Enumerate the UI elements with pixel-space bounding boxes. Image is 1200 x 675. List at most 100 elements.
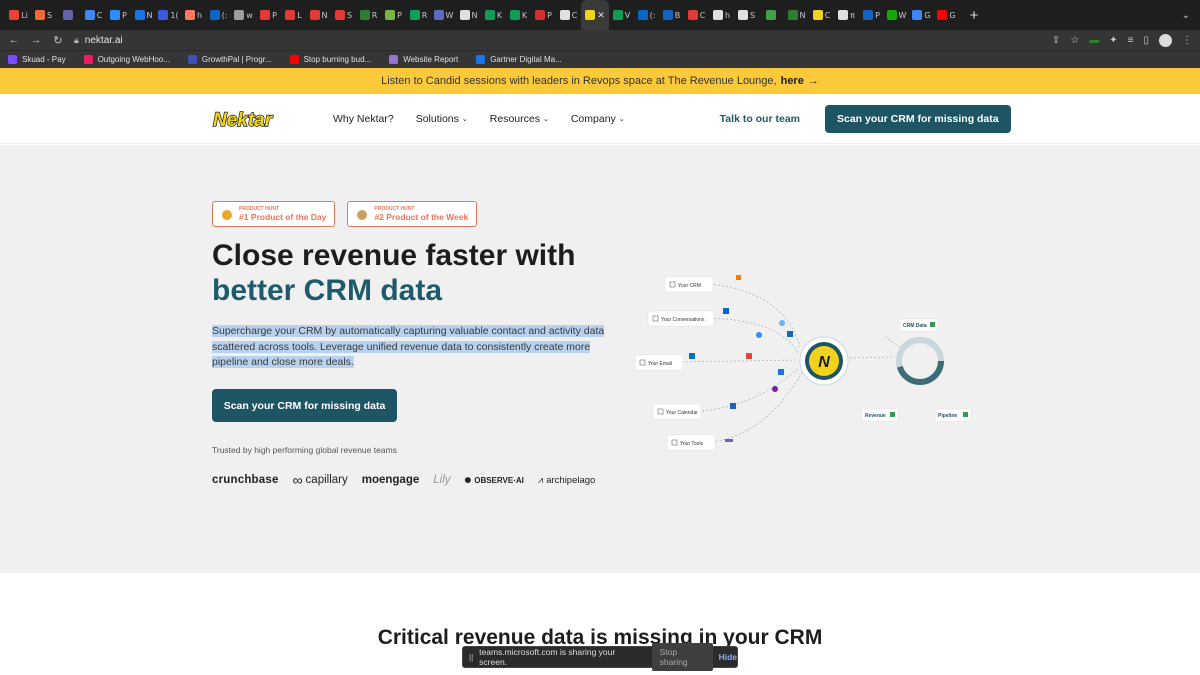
site-navbar: Nektar Why Nektar? Solutions ⌄ Resources ⌄ Co… bbox=[0, 94, 1200, 144]
talk-to-team-link[interactable]: Talk to our team bbox=[720, 113, 800, 125]
new-tab-button[interactable]: + bbox=[965, 7, 983, 24]
browser-tab[interactable]: 1( bbox=[156, 0, 181, 30]
browser-tab[interactable]: C bbox=[684, 0, 709, 30]
browser-tab[interactable] bbox=[56, 0, 81, 30]
close-tab-icon[interactable]: ✕ bbox=[597, 10, 605, 21]
gmail-icon bbox=[9, 10, 20, 20]
browser-tab[interactable]: P bbox=[381, 0, 406, 30]
arrow-right-icon[interactable]: → bbox=[808, 75, 819, 87]
stop-sharing-button[interactable]: Stop sharing bbox=[651, 643, 713, 671]
nav-item-label: Solutions bbox=[415, 112, 459, 125]
browser-tab[interactable]: N bbox=[306, 0, 331, 30]
share-text: teams.microsoft.com is sharing your scre… bbox=[479, 647, 616, 667]
reload-icon[interactable]: ↻ bbox=[52, 34, 64, 47]
hero-scan-crm-button[interactable]: Scan your CRM for missing data bbox=[212, 389, 397, 422]
browser-tab[interactable]: S bbox=[31, 0, 56, 30]
browser-tab[interactable] bbox=[759, 0, 784, 30]
browser-tab[interactable]: h bbox=[181, 0, 206, 30]
browser-tab[interactable]: B bbox=[659, 0, 684, 30]
capillary-logo-icon: ∞ bbox=[292, 472, 303, 488]
browser-tab[interactable]: Li bbox=[6, 0, 31, 30]
menu-dots-icon[interactable]: ⋮ bbox=[1182, 35, 1192, 46]
address-bar[interactable]: 🔒︎ nektar.ai bbox=[74, 31, 1042, 49]
puzzle-icon[interactable]: ✦ bbox=[1109, 35, 1117, 46]
nav-item[interactable]: Why Nektar? bbox=[333, 113, 394, 125]
reading-list-icon[interactable]: ≡ bbox=[1128, 35, 1134, 46]
extension-icon[interactable]: ▬ bbox=[1089, 35, 1099, 46]
browser-tab[interactable]: N bbox=[131, 0, 156, 30]
browser-tab[interactable]: W bbox=[884, 0, 909, 30]
browser-tab[interactable]: K bbox=[481, 0, 506, 30]
browser-tab[interactable]: L bbox=[281, 0, 306, 30]
browser-tab[interactable]: P bbox=[256, 0, 281, 30]
browser-tab[interactable]: π bbox=[834, 0, 859, 30]
nektar-logo[interactable]: Nektar bbox=[212, 107, 284, 131]
browser-tab[interactable]: (: bbox=[206, 0, 231, 30]
calendar-icon bbox=[778, 369, 784, 375]
app-icon bbox=[359, 10, 370, 20]
browser-tab[interactable]: G bbox=[934, 0, 959, 30]
browser-tab[interactable]: N bbox=[784, 0, 809, 30]
browser-tab[interactable]: W bbox=[431, 0, 456, 30]
nav-scan-crm-button[interactable]: Scan your CRM for missing data bbox=[825, 104, 1011, 133]
browser-tab[interactable]: S bbox=[734, 0, 759, 30]
bookmark-favicon-icon bbox=[476, 55, 486, 64]
browser-tab[interactable]: V bbox=[609, 0, 634, 30]
forward-arrow-icon[interactable]: → bbox=[30, 34, 42, 46]
browser-tab[interactable]: S bbox=[331, 0, 356, 30]
product-hunt-badge[interactable]: PRODUCT HUNT #2 Product of the Week bbox=[347, 201, 478, 227]
nav-item-label: Why Nektar? bbox=[333, 112, 394, 125]
bookmark-item[interactable]: GrowthPal | Progr... bbox=[187, 55, 272, 64]
tab-title: h bbox=[724, 10, 731, 20]
browser-tab[interactable]: (: bbox=[634, 0, 659, 30]
product-hunt-badge[interactable]: PRODUCT HUNT #1 Product of the Day bbox=[212, 201, 336, 227]
star-icon[interactable]: ☆ bbox=[1070, 35, 1079, 46]
output-node: Revenue bbox=[861, 408, 899, 422]
browser-tab[interactable]: N bbox=[456, 0, 481, 30]
hide-button[interactable]: Hide bbox=[719, 652, 737, 662]
plus-icon bbox=[963, 412, 968, 417]
gmail-icon bbox=[746, 353, 752, 359]
zoom-icon bbox=[779, 320, 785, 326]
doc-icon bbox=[134, 10, 145, 20]
bookmark-item[interactable]: Skuad - Pay bbox=[8, 55, 66, 64]
announcement-link[interactable]: here bbox=[781, 75, 804, 87]
browser-tab[interactable]: G bbox=[909, 0, 934, 30]
archipelago-logo-icon: ⩘ bbox=[537, 474, 544, 486]
browser-tab[interactable]: ✕ bbox=[581, 0, 609, 30]
browser-tab[interactable]: P bbox=[531, 0, 556, 30]
browser-tab[interactable]: K bbox=[506, 0, 531, 30]
tab-title: L bbox=[297, 10, 302, 20]
chrome-icon bbox=[84, 10, 95, 20]
chevron-down-icon: ⌄ bbox=[542, 115, 549, 123]
profile-avatar[interactable] bbox=[1159, 33, 1172, 47]
share-icon[interactable]: ⇪ bbox=[1052, 35, 1060, 46]
browser-tab[interactable]: C bbox=[809, 0, 834, 30]
browser-toolbar: ← → ↻ 🔒︎ nektar.ai ⇪ ☆ ▬ ✦ ≡ ▯ ⋮ bbox=[0, 30, 1200, 50]
browser-tab[interactable]: C bbox=[556, 0, 581, 30]
sidebar-icon[interactable]: ▯ bbox=[1143, 35, 1149, 46]
source-node: Your CRM bbox=[664, 276, 714, 293]
browser-tab[interactable]: R bbox=[406, 0, 431, 30]
nav-item[interactable]: Company ⌄ bbox=[571, 113, 625, 125]
browser-tab[interactable]: P bbox=[859, 0, 884, 30]
tab-search-chevron-icon[interactable]: ⌄ bbox=[1182, 10, 1190, 21]
tab-title: P bbox=[397, 10, 402, 20]
output-node-label: CRM Data bbox=[903, 323, 927, 329]
browser-tab[interactable]: C bbox=[81, 0, 106, 30]
bookmark-item[interactable]: Website Report bbox=[389, 55, 458, 64]
back-arrow-icon[interactable]: ← bbox=[8, 34, 20, 46]
customer-logo-text: archipelago bbox=[546, 474, 596, 486]
bookmark-item[interactable]: Gartner Digital Ma... bbox=[476, 55, 562, 64]
bookmark-item[interactable]: Stop burning bud... bbox=[289, 55, 371, 64]
tab-title: P bbox=[272, 10, 277, 20]
browser-tab[interactable]: w bbox=[231, 0, 256, 30]
nav-item[interactable]: Solutions ⌄ bbox=[416, 113, 468, 125]
bookmark-item[interactable]: Outgoing WebHoo... bbox=[83, 55, 170, 64]
browser-tab[interactable]: R bbox=[356, 0, 381, 30]
nav-item[interactable]: Resources ⌄ bbox=[490, 113, 549, 125]
sheets-icon bbox=[509, 10, 520, 20]
browser-tab[interactable]: P bbox=[106, 0, 131, 30]
browser-tab[interactable]: h bbox=[709, 0, 734, 30]
tab-title: V bbox=[624, 10, 631, 20]
